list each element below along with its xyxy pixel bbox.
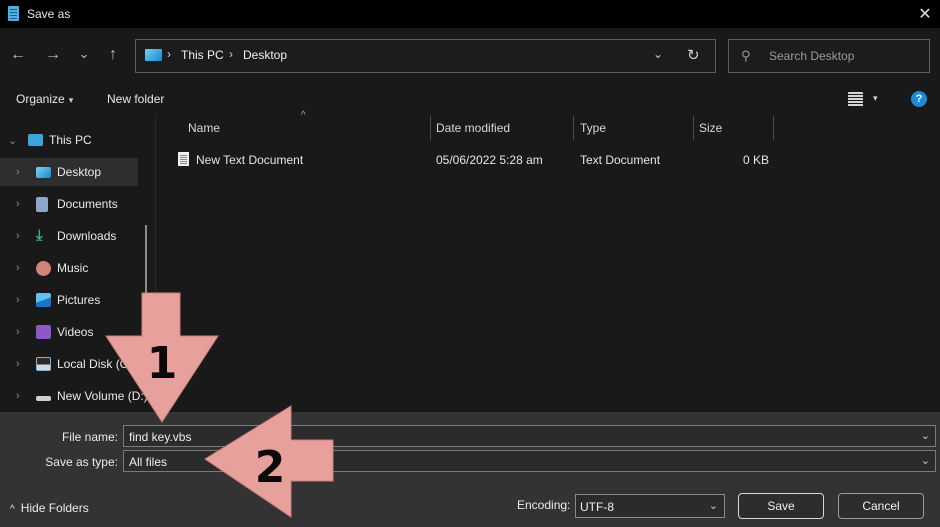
window-title: Save as [27,7,71,21]
sidebar-item-documents[interactable]: › Documents [0,190,138,218]
sidebar-item-label: Downloads [57,229,117,243]
save-options-panel: File name: find key.vbs ⌄ Save as type: … [0,412,940,527]
address-dropdown-icon[interactable]: ⌄ [653,47,663,61]
close-button[interactable]: ✕ [910,0,940,28]
sidebar-item-pictures[interactable]: › Pictures [0,286,138,314]
up-button[interactable]: ↑ [103,46,123,64]
save-as-type-label: Save as type: [45,455,118,469]
search-icon: ⚲ [741,48,751,63]
file-name: New Text Document [196,153,304,167]
expand-chevron-icon[interactable]: › [16,326,20,338]
local-disk-icon [36,357,51,371]
column-separator[interactable] [693,116,694,140]
expand-chevron-icon[interactable]: › [16,230,20,242]
sidebar-item-local-disk[interactable]: › Local Disk (C:) [0,350,138,378]
help-icon[interactable]: ? [911,91,927,107]
sidebar-item-music[interactable]: › Music [0,254,138,282]
file-name-value[interactable]: find key.vbs [129,430,191,444]
file-row[interactable]: New Text Document 05/06/2022 5:28 am Tex… [156,148,940,170]
sidebar-item-label: This PC [49,133,92,147]
documents-icon [36,196,48,212]
sidebar-item-this-pc[interactable]: ⌄ This PC [0,126,138,154]
chevron-up-icon: ^ [10,504,15,515]
command-toolbar: Organize ▾ New folder ▾ ? [0,84,940,114]
monitor-icon [28,134,43,146]
pictures-icon [36,293,51,307]
this-pc-icon [145,49,162,61]
column-separator[interactable] [573,116,574,140]
drive-icon [36,395,51,401]
encoding-select[interactable]: UTF-8 ⌄ [575,494,725,518]
sidebar-scrollbar[interactable] [145,225,147,305]
caret-down-icon: ▾ [68,95,74,105]
chevron-down-icon[interactable]: ⌄ [921,454,930,467]
expand-chevron-icon[interactable]: › [16,198,20,210]
address-bar[interactable]: › This PC › Desktop ⌄ ↻ [135,39,716,73]
title-bar: Save as ✕ [0,0,940,28]
text-document-icon [178,152,189,166]
sidebar-item-label: Pictures [57,293,101,307]
sidebar-item-label: Desktop [57,165,102,179]
breadcrumb-separator: › [229,47,233,61]
cancel-button[interactable]: Cancel [838,493,924,519]
sidebar-item-label: Music [57,261,89,275]
forward-button[interactable]: → [43,46,63,64]
recent-locations-button[interactable]: ⌄ [74,46,94,62]
back-button[interactable]: ← [8,46,28,64]
encoding-value: UTF-8 [580,500,614,514]
view-dropdown-icon[interactable]: ▾ [873,93,878,104]
file-type: Text Document [580,153,661,167]
column-header-type[interactable]: Type [580,121,606,135]
encoding-label: Encoding: [517,498,571,512]
organize-button[interactable]: Organize ▾ [16,92,73,106]
file-name-field[interactable]: find key.vbs ⌄ [123,425,936,447]
music-icon [36,260,51,276]
sidebar-item-videos[interactable]: › Videos [0,318,138,346]
chevron-down-icon[interactable]: ⌄ [921,429,930,442]
save-button[interactable]: Save [738,493,824,519]
chevron-down-icon[interactable]: ⌄ [709,499,718,512]
breadcrumb-desktop[interactable]: Desktop [243,48,287,62]
sidebar-item-label: New Volume (D:) [57,389,148,403]
column-header-name[interactable]: Name [188,121,220,135]
column-header-size[interactable]: Size [699,121,722,135]
navigation-pane: ⌄ This PC › Desktop › Documents › ⤓ Down… [0,114,155,412]
download-icon: ⤓ [36,227,43,244]
file-date: 05/06/2022 5:28 am [436,153,543,167]
sidebar-item-label: Videos [57,325,94,339]
breadcrumb-this-pc[interactable]: This PC [181,48,224,62]
search-box[interactable]: ⚲ Search Desktop [728,39,930,73]
expand-chevron-icon[interactable]: › [16,262,20,274]
column-separator[interactable] [773,116,774,140]
save-as-type-select[interactable]: All files ⌄ [123,450,936,472]
search-input[interactable]: Search Desktop [769,49,854,63]
sidebar-item-downloads[interactable]: › ⤓ Downloads [0,222,138,250]
desktop-icon [36,166,51,178]
column-separator[interactable] [430,116,431,140]
sidebar-item-label: Local Disk (C:) [57,357,136,371]
expand-chevron-icon[interactable]: › [16,166,20,178]
expand-chevron-icon[interactable]: › [16,294,20,306]
videos-icon [36,325,51,339]
sidebar-item-desktop[interactable]: › Desktop [0,158,138,186]
notepad-icon [8,6,19,21]
view-options-icon[interactable] [848,92,863,106]
breadcrumb-separator: › [167,47,171,61]
save-as-type-value: All files [129,455,168,469]
file-size: 0 KB [743,153,770,167]
organize-label: Organize [16,92,65,106]
file-name-label: File name: [61,430,118,444]
expand-chevron-icon[interactable]: ⌄ [8,134,17,147]
new-folder-button[interactable]: New folder [107,92,164,106]
sidebar-item-new-volume[interactable]: › New Volume (D:) [0,382,148,410]
expand-chevron-icon[interactable]: › [16,390,20,402]
hide-folders-label: Hide Folders [20,501,89,515]
sort-ascending-icon: ^ [301,110,306,121]
expand-chevron-icon[interactable]: › [16,358,20,370]
hide-folders-button[interactable]: ^ Hide Folders [10,501,89,515]
file-list: ^ Name Date modified Type Size New Text … [156,110,940,412]
column-header-date-modified[interactable]: Date modified [436,121,510,135]
sidebar-item-label: Documents [57,197,118,211]
refresh-icon[interactable]: ↻ [687,46,700,64]
